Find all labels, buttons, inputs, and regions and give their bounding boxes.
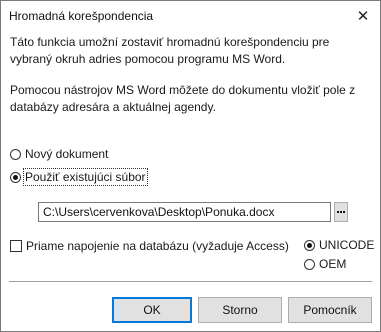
radio-existing-file-indicator[interactable] [10,171,21,183]
radio-new-document[interactable]: Nový dokument [10,147,108,161]
direct-connection-label: Priame napojenie na databázu (vyžaduje A… [26,239,289,253]
help-button[interactable]: Pomocník [288,297,372,323]
radio-existing-file-label: Použiť existujúci súbor [23,168,148,186]
radio-unicode-indicator[interactable] [304,239,315,251]
intro-paragraph-1: Táto funkcia umožní zostaviť hromadnú ko… [10,35,330,66]
radio-oem-indicator[interactable] [304,258,315,270]
ellipsis-icon [337,211,345,213]
title-bar: Hromadná korešpondencia ✕ [1,1,380,31]
radio-oem-label: OEM [319,257,347,271]
browse-button[interactable] [334,202,348,222]
radio-existing-file[interactable]: Použiť existujúci súbor [10,168,148,186]
ok-button[interactable]: OK [112,297,192,323]
file-path-input[interactable]: C:\Users\cervenkova\Desktop\Ponuka.docx [38,202,331,222]
radio-oem[interactable]: OEM [304,257,346,271]
separator-line [9,281,372,282]
dialog-title: Hromadná korešpondencia [9,9,154,23]
direct-connection-checkbox[interactable] [10,240,22,252]
radio-new-document-indicator[interactable] [10,148,21,160]
intro-paragraph-2: Pomocou nástrojov MS Word môžete do doku… [10,83,356,114]
close-icon[interactable]: ✕ [352,5,374,27]
radio-unicode[interactable]: UNICODE [304,238,374,252]
radio-new-document-label: Nový dokument [25,147,109,161]
mail-merge-dialog: Hromadná korešpondencia ✕ Táto funkcia u… [0,0,381,332]
radio-unicode-label: UNICODE [319,238,375,252]
direct-connection-checkbox-row[interactable]: Priame napojenie na databázu (vyžaduje A… [10,239,300,253]
cancel-button[interactable]: Storno [198,297,282,323]
